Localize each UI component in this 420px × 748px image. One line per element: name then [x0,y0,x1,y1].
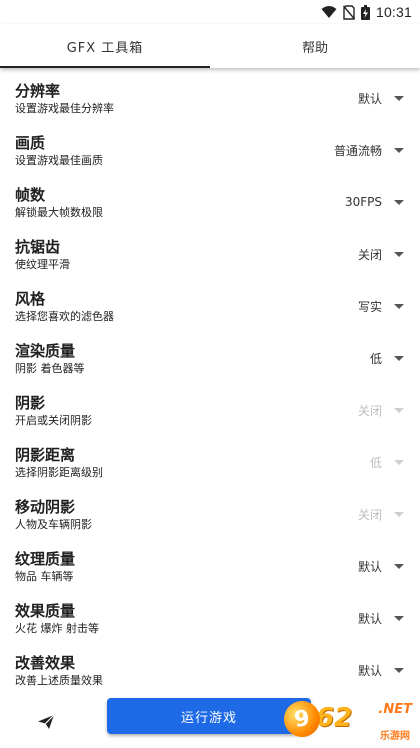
dropdown-value: 默认 [357,91,382,106]
setting-subtitle: 人物及车辆阴影 [15,517,92,531]
tab-bar: GFX 工具箱 帮助 [0,24,420,68]
dropdown-arrow-icon [394,355,404,361]
effect-quality-dropdown[interactable]: 默认 [358,610,404,627]
setting-subtitle: 使纹理平滑 [15,257,70,271]
dropdown-arrow-icon [394,199,404,205]
dropdown-arrow-icon [394,511,404,517]
dropdown-value: 30FPS [344,195,382,209]
setting-fps: 帧数 解锁最大帧数极限 30FPS [0,176,420,228]
resolution-dropdown[interactable]: 默认 [358,90,404,107]
dropdown-arrow-icon [394,667,404,673]
graphics-dropdown[interactable]: 普通流畅 [334,142,404,159]
fps-dropdown[interactable]: 30FPS [345,195,404,209]
tab-help[interactable]: 帮助 [210,24,420,68]
dropdown-value: 默认 [357,611,382,626]
tab-gfx-toolbox[interactable]: GFX 工具箱 [0,24,210,68]
setting-title: 移动阴影 [15,497,76,516]
setting-improve-effects: 改善效果 改善上述质量效果 默认 [0,644,420,696]
status-bar: 10:31 [0,0,420,24]
render-quality-dropdown[interactable]: 低 [370,350,404,367]
status-time: 10:31 [375,4,412,20]
watermark-logo: 9 62 .NET 乐游网 [281,696,416,742]
dropdown-arrow-icon [394,407,404,413]
style-dropdown[interactable]: 写实 [358,298,404,315]
setting-title: 改善效果 [15,653,76,672]
setting-title: 画质 [15,133,46,152]
dropdown-value: 关闭 [357,507,382,522]
setting-subtitle: 改善上述质量效果 [15,673,103,687]
tab-label: GFX 工具箱 [66,40,144,56]
setting-title: 分辨率 [15,81,61,100]
run-game-label: 运行游戏 [180,710,237,726]
setting-title: 渲染质量 [15,341,76,360]
dropdown-value: 默认 [357,559,382,574]
setting-shadow: 阴影 开启或关闭阴影 关闭 [0,384,420,436]
run-game-button[interactable]: 运行游戏 [107,698,311,734]
moving-shadow-dropdown: 关闭 [358,506,404,523]
setting-style: 风格 选择您喜欢的滤色器 写实 [0,280,420,332]
texture-quality-dropdown[interactable]: 默认 [358,558,404,575]
wifi-icon [321,6,337,18]
dropdown-value: 低 [369,455,382,470]
improve-effects-dropdown[interactable]: 默认 [358,662,404,679]
setting-title: 阴影 [15,393,46,412]
setting-anti-aliasing: 抗锯齿 使纹理平滑 关闭 [0,228,420,280]
setting-title: 效果质量 [15,601,76,620]
dropdown-value: 默认 [357,663,382,678]
setting-render-quality: 渲染质量 阴影 着色器等 低 [0,332,420,384]
settings-list: 分辨率 设置游戏最佳分辨率 默认 画质 设置游戏最佳画质 普通流畅 帧数 解锁最… [0,68,420,748]
dropdown-arrow-icon [394,251,404,257]
setting-subtitle: 设置游戏最佳画质 [15,153,103,167]
tab-label: 帮助 [301,40,328,56]
setting-resolution: 分辨率 设置游戏最佳分辨率 默认 [0,72,420,124]
dropdown-value: 普通流畅 [333,143,382,158]
setting-subtitle: 开启或关闭阴影 [15,413,92,427]
setting-subtitle: 解锁最大帧数极限 [15,205,103,219]
setting-subtitle: 设置游戏最佳分辨率 [15,101,114,115]
dropdown-value: 关闭 [357,247,382,262]
dropdown-arrow-icon [394,563,404,569]
setting-shadow-distance: 阴影距离 选择阴影距离级别 低 [0,436,420,488]
dropdown-arrow-icon [394,303,404,309]
setting-moving-shadow: 移动阴影 人物及车辆阴影 关闭 [0,488,420,540]
dropdown-arrow-icon [394,95,404,101]
anti-aliasing-dropdown[interactable]: 关闭 [358,246,404,263]
setting-title: 帧数 [15,185,46,204]
shadow-dropdown: 关闭 [358,402,404,419]
setting-subtitle: 火花 爆炸 射击等 [15,621,99,635]
setting-subtitle: 选择阴影距离级别 [15,465,103,479]
battery-charging-icon [360,4,370,20]
setting-effect-quality: 效果质量 火花 爆炸 射击等 默认 [0,592,420,644]
setting-graphics: 画质 设置游戏最佳画质 普通流畅 [0,124,420,176]
setting-subtitle: 阴影 着色器等 [15,361,85,375]
shadow-distance-dropdown: 低 [370,454,404,471]
no-sim-icon [342,4,355,20]
watermark-subtitle: 乐游网 [380,731,410,742]
setting-subtitle: 物品 车辆等 [15,569,74,583]
setting-title: 纹理质量 [15,549,76,568]
setting-subtitle: 选择您喜欢的滤色器 [15,309,114,323]
send-button[interactable] [0,696,92,748]
send-icon [38,714,55,729]
setting-title: 风格 [15,289,46,308]
dropdown-value: 低 [369,351,382,366]
setting-title: 阴影距离 [15,445,76,464]
setting-title: 抗锯齿 [15,237,61,256]
dropdown-arrow-icon [394,615,404,621]
setting-texture-quality: 纹理质量 物品 车辆等 默认 [0,540,420,592]
dropdown-value: 写实 [357,299,382,314]
dropdown-arrow-icon [394,459,404,465]
dropdown-value: 关闭 [357,403,382,418]
dropdown-arrow-icon [394,147,404,153]
